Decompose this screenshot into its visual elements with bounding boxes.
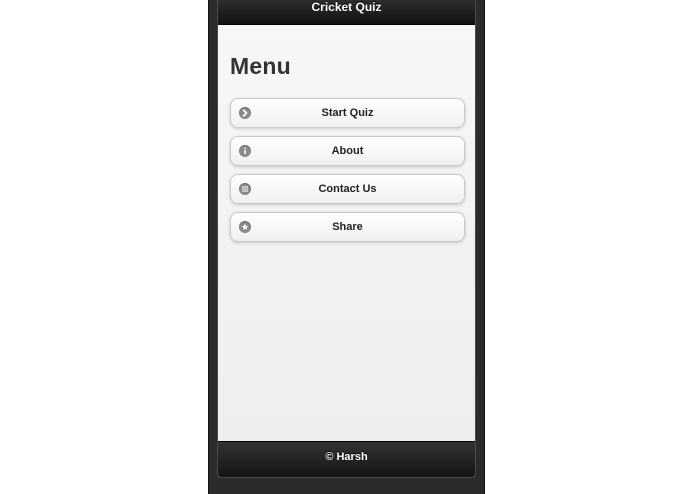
- page-title: Menu: [230, 53, 291, 79]
- contact-us-button[interactable]: Contact Us: [230, 174, 465, 204]
- app-title: Cricket Quiz: [311, 0, 382, 14]
- about-button[interactable]: About: [230, 136, 465, 166]
- header-bar: Cricket Quiz: [218, 0, 475, 25]
- start-quiz-button[interactable]: Start Quiz: [230, 98, 465, 128]
- about-label: About: [331, 145, 364, 157]
- contact-us-label: Contact Us: [318, 183, 377, 195]
- app-screen: Cricket Quiz Menu Start Quiz About Conta…: [217, 0, 476, 478]
- start-quiz-label: Start Quiz: [321, 107, 374, 119]
- footer-text: © Harsh: [325, 451, 368, 463]
- device-frame: Cricket Quiz Menu Start Quiz About Conta…: [208, 0, 485, 494]
- menu-list: Start Quiz About Contact Us Share: [230, 98, 465, 250]
- share-button[interactable]: Share: [230, 212, 465, 242]
- footer-bar: © Harsh: [218, 441, 475, 477]
- share-label: Share: [332, 221, 363, 233]
- content-area: Menu Start Quiz About Contact Us Share: [218, 25, 475, 443]
